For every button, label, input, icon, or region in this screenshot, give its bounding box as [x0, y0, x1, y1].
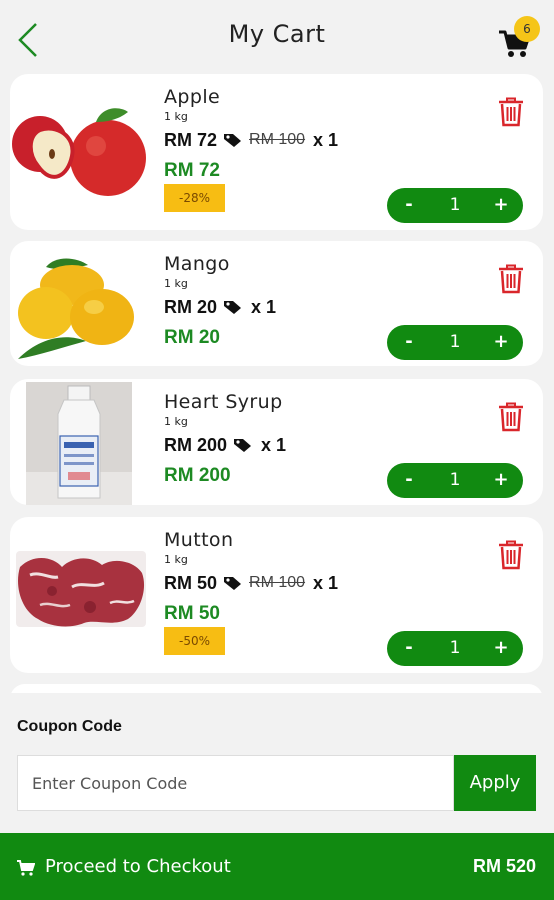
price-tag-icon [224, 134, 242, 147]
line-total: RM 50 [164, 603, 220, 624]
increase-button[interactable]: + [479, 631, 523, 666]
price-row: RM 20 x 1 [164, 295, 276, 319]
decrease-button[interactable]: - [387, 631, 431, 666]
price-tag-icon [234, 439, 252, 452]
quantity-value: 1 [449, 332, 461, 352]
checkout-label: Proceed to Checkout [45, 856, 231, 877]
price-row: RM 72 RM 100 x 1 [164, 128, 338, 152]
decrease-button[interactable]: - [387, 188, 431, 223]
price-tag-icon [224, 301, 242, 314]
product-name: Heart Syrup [164, 391, 283, 413]
cart-item: Mango 1 kg RM 20 x 1 RM 20 - 1 + [10, 241, 543, 366]
quantity-text: x 1 [261, 434, 287, 455]
trash-icon[interactable] [498, 264, 524, 294]
product-unit: 1 kg [164, 110, 188, 123]
checkout-total: RM 520 [472, 856, 536, 876]
trash-icon[interactable] [498, 97, 524, 127]
line-total: RM 72 [164, 160, 220, 181]
cart-list: Apple 1 kg RM 72 RM 100 x 1 RM 72 -28% -… [0, 70, 554, 693]
product-name: Mango [164, 253, 230, 275]
mango-image [18, 258, 134, 359]
cart-item: Apple 1 kg RM 72 RM 100 x 1 RM 72 -28% -… [10, 74, 543, 230]
increase-button[interactable]: + [479, 325, 523, 360]
quantity-value: 1 [449, 638, 461, 658]
line-total: RM 200 [164, 465, 231, 486]
checkout-button[interactable]: Proceed to Checkout RM 520 [0, 833, 554, 900]
increase-button[interactable]: + [479, 463, 523, 498]
trash-icon[interactable] [498, 540, 524, 570]
cart-icon [17, 860, 35, 876]
decrease-button[interactable]: - [387, 463, 431, 498]
quantity-text: x 1 [251, 296, 277, 317]
quantity-stepper: - 1 + [387, 325, 523, 360]
unit-price: RM 50 [164, 572, 218, 593]
page-title: My Cart [228, 20, 326, 48]
cart-item [10, 684, 543, 693]
quantity-stepper: - 1 + [387, 188, 523, 223]
quantity-value: 1 [449, 195, 461, 215]
apple-image [12, 108, 146, 196]
cart-badge: 6 [514, 16, 540, 42]
apply-coupon-button[interactable]: Apply [454, 755, 536, 811]
discount-badge: -28% [164, 184, 225, 212]
quantity-stepper: - 1 + [387, 463, 523, 498]
cart-item: Mutton 1 kg RM 50 RM 100 x 1 RM 50 -50% … [10, 517, 543, 673]
product-unit: 1 kg [164, 553, 188, 566]
decrease-button[interactable]: - [387, 325, 431, 360]
increase-button[interactable]: + [479, 188, 523, 223]
coupon-input[interactable] [17, 755, 454, 811]
syrup-bottle-image [26, 382, 132, 505]
unit-price: RM 200 [164, 434, 228, 455]
quantity-text: x 1 [313, 129, 339, 150]
original-price: RM 100 [249, 131, 306, 148]
discount-badge: -50% [164, 627, 225, 655]
unit-price: RM 20 [164, 296, 218, 317]
price-row: RM 50 RM 100 x 1 [164, 571, 338, 595]
quantity-value: 1 [449, 470, 461, 490]
product-name: Mutton [164, 529, 234, 551]
original-price: RM 100 [249, 574, 306, 591]
product-unit: 1 kg [164, 277, 188, 290]
mutton-image [16, 551, 146, 627]
unit-price: RM 72 [164, 129, 218, 150]
trash-icon[interactable] [498, 402, 524, 432]
coupon-label: Coupon Code [17, 718, 122, 735]
quantity-text: x 1 [313, 572, 339, 593]
cart-item: Heart Syrup 1 kg RM 200 x 1 RM 200 - 1 + [10, 379, 543, 505]
quantity-stepper: - 1 + [387, 631, 523, 666]
product-unit: 1 kg [164, 415, 188, 428]
price-tag-icon [224, 577, 242, 590]
product-name: Apple [164, 86, 221, 108]
app-header: My Cart 6 [0, 0, 554, 70]
price-row: RM 200 x 1 [164, 433, 286, 457]
line-total: RM 20 [164, 327, 220, 348]
